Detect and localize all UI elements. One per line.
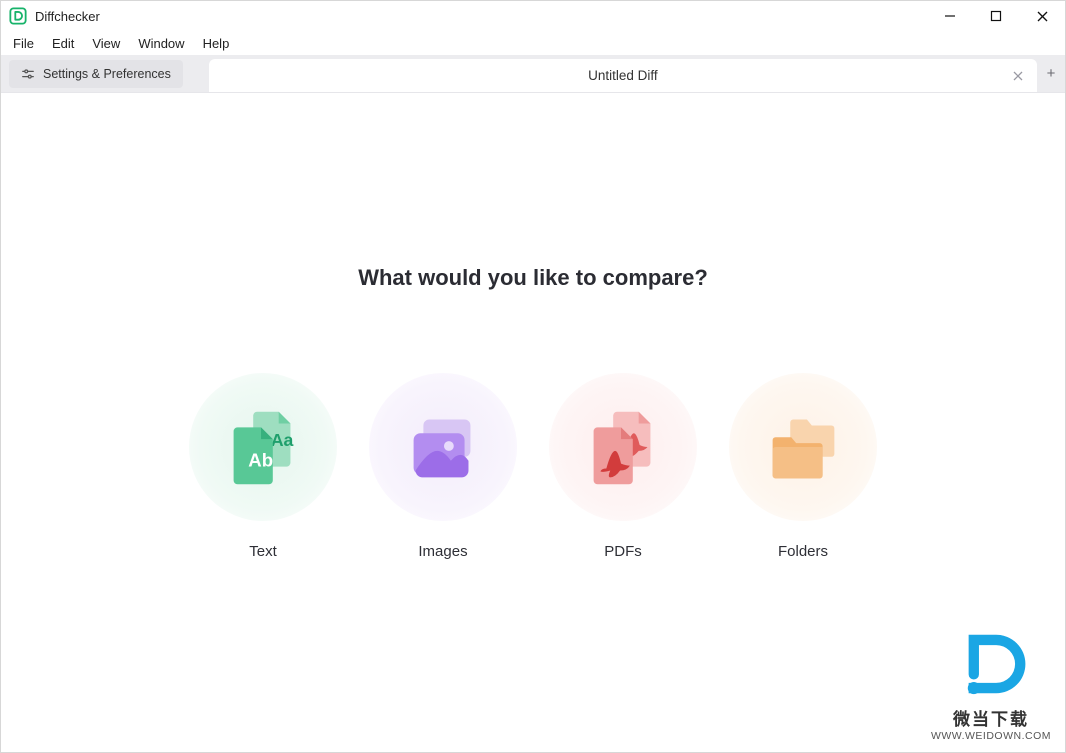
option-images-label: Images: [418, 543, 467, 560]
option-folders[interactable]: Folders: [728, 373, 878, 560]
close-button[interactable]: [1019, 1, 1065, 31]
watermark-text-cn: 微当下载: [953, 705, 1029, 730]
minimize-button[interactable]: [927, 1, 973, 31]
app-logo-icon: [9, 7, 27, 25]
option-text[interactable]: Aa Ab Text: [188, 373, 338, 560]
title-bar: Diffchecker: [1, 1, 1065, 31]
watermark-text-url: WWW.WEIDOWN.COM: [931, 730, 1051, 742]
tab-untitled[interactable]: Untitled Diff: [209, 59, 1037, 92]
option-folders-label: Folders: [778, 543, 828, 560]
image-diff-icon: [394, 398, 492, 496]
watermark-logo-icon: [948, 621, 1034, 707]
svg-text:Aa: Aa: [271, 430, 294, 450]
maximize-button[interactable]: [973, 1, 1019, 31]
sliders-icon: [21, 67, 35, 81]
option-folders-circle: [729, 373, 877, 521]
menu-bar: File Edit View Window Help: [1, 31, 1065, 55]
watermark: 微当下载 WWW.WEIDOWN.COM: [931, 621, 1051, 742]
app-window: Diffchecker File Edit View Window Help: [0, 0, 1066, 753]
tab-strip: Settings & Preferences Untitled Diff +: [1, 55, 1065, 93]
pdf-diff-icon: [574, 398, 672, 496]
headline: What would you like to compare?: [358, 265, 708, 291]
tab-close-button[interactable]: [1009, 67, 1027, 85]
settings-label: Settings & Preferences: [43, 67, 171, 81]
option-images-circle: [369, 373, 517, 521]
option-pdfs-circle: [549, 373, 697, 521]
menu-window[interactable]: Window: [130, 33, 192, 54]
svg-text:Ab: Ab: [248, 450, 273, 471]
menu-help[interactable]: Help: [195, 33, 238, 54]
compare-options: Aa Ab Text: [188, 373, 878, 560]
tab-title: Untitled Diff: [588, 68, 658, 83]
menu-edit[interactable]: Edit: [44, 33, 82, 54]
folder-diff-icon: [754, 398, 852, 496]
option-pdfs-label: PDFs: [604, 543, 642, 560]
menu-view[interactable]: View: [84, 33, 128, 54]
settings-button[interactable]: Settings & Preferences: [9, 60, 183, 88]
option-pdfs[interactable]: PDFs: [548, 373, 698, 560]
window-title: Diffchecker: [35, 9, 100, 24]
option-text-label: Text: [249, 543, 277, 560]
text-diff-icon: Aa Ab: [214, 398, 312, 496]
option-text-circle: Aa Ab: [189, 373, 337, 521]
new-tab-button[interactable]: +: [1037, 55, 1065, 92]
option-images[interactable]: Images: [368, 373, 518, 560]
main-content: What would you like to compare? Aa Ab: [1, 93, 1065, 752]
menu-file[interactable]: File: [5, 33, 42, 54]
